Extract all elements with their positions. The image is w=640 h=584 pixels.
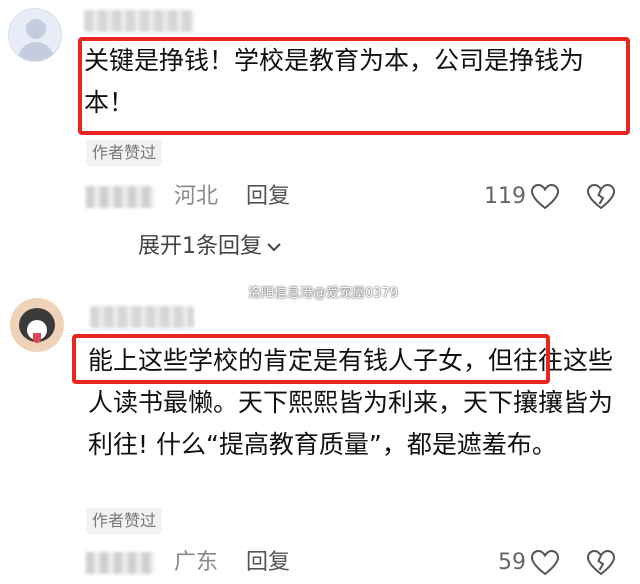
expand-replies-label: 展开1条回复 <box>138 234 262 259</box>
username-blurred[interactable] <box>84 10 194 32</box>
highlight-box <box>78 37 630 135</box>
location-label: 河北 <box>174 184 219 209</box>
comment-2: 能上这些学校的肯定是有钱人子女，但往往这些人读书最懒。天下熙熙皆为利来，天下攘攘… <box>0 290 640 584</box>
author-liked-badge: 作者赞过 <box>86 140 163 166</box>
dog-avatar-icon[interactable] <box>10 298 64 352</box>
like-count: 59 <box>498 550 526 575</box>
author-liked-badge: 作者赞过 <box>86 508 163 534</box>
heart-icon[interactable] <box>530 183 560 211</box>
broken-heart-icon[interactable] <box>586 183 616 211</box>
date-blurred <box>86 186 154 208</box>
chevron-down-icon <box>267 243 281 252</box>
reply-button[interactable]: 回复 <box>246 180 290 214</box>
comment-meta: 河北 回复 119 <box>86 180 626 214</box>
heart-icon[interactable] <box>530 549 560 577</box>
location-label: 广东 <box>174 550 219 575</box>
date-blurred <box>86 552 154 574</box>
like-count: 119 <box>484 184 526 209</box>
reply-button[interactable]: 回复 <box>246 546 290 580</box>
comment-1: 关键是挣钱！学校是教育为本，公司是挣钱为本！ 作者赞过 河北 回复 119 展开… <box>0 0 640 259</box>
comment-meta: 广东 回复 59 <box>86 546 626 580</box>
broken-heart-icon[interactable] <box>586 549 616 577</box>
expand-replies-button[interactable]: 展开1条回复 <box>138 230 282 264</box>
username-blurred[interactable] <box>90 306 194 328</box>
highlight-box <box>72 334 550 384</box>
default-avatar-icon[interactable] <box>8 8 62 62</box>
